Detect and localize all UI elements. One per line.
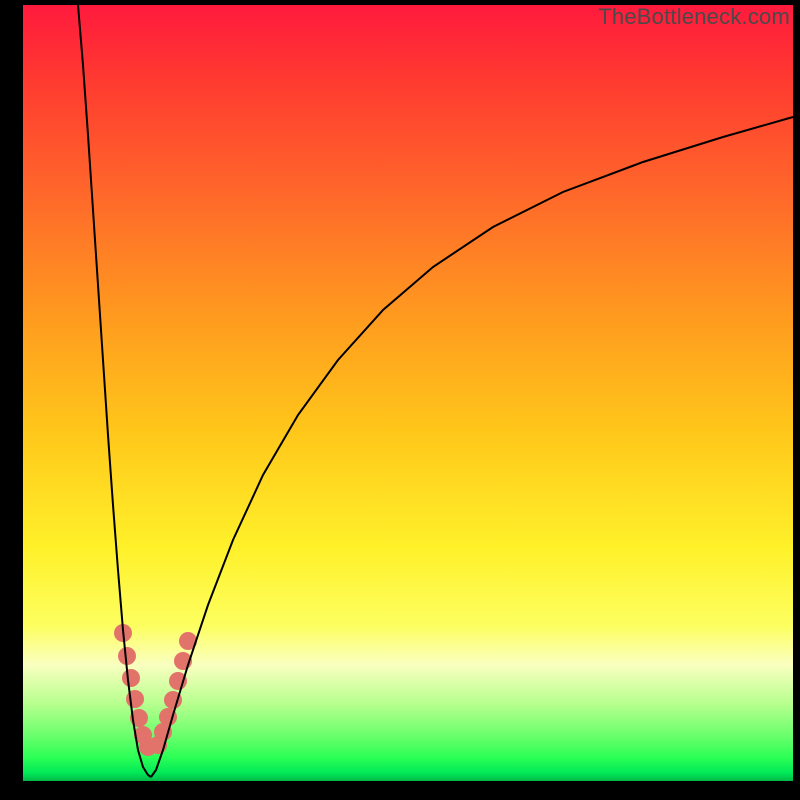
chart-frame: TheBottleneck.com <box>0 0 800 800</box>
right-branch-line <box>151 117 793 777</box>
threshold-blob <box>122 669 140 687</box>
watermark-text: TheBottleneck.com <box>598 4 790 30</box>
left-branch-line <box>78 5 151 777</box>
curve-layer <box>23 5 793 781</box>
threshold-markers <box>114 624 197 756</box>
